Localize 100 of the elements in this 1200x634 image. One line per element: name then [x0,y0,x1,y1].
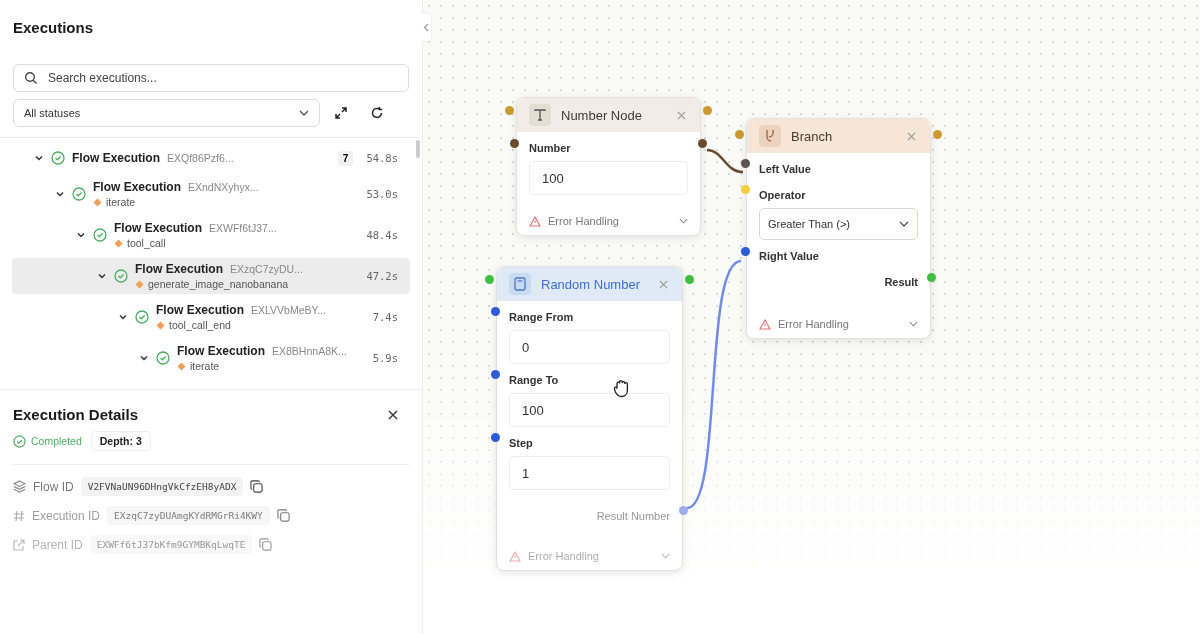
port-dot[interactable] [741,247,750,256]
field-label: Operator [759,189,806,201]
port-dot[interactable] [679,506,688,515]
field-label: Execution ID [32,508,101,523]
calculator-icon [514,277,526,291]
check-circle-icon [72,187,86,201]
execution-title: Flow Execution [135,262,223,276]
port-dot[interactable] [735,130,744,139]
node-tag: tool_call_end [169,319,231,331]
duration: 5.9s [372,352,398,364]
execution-row[interactable]: Flow Execution EXQf86Pzf6... 7 54.8s [12,140,410,176]
port-dot[interactable] [927,273,936,282]
port-dot[interactable] [505,106,514,115]
chevron-icon [55,189,65,199]
number-input[interactable]: 1 [509,456,670,490]
connection-line [706,148,744,174]
hand-cursor-icon [613,378,631,398]
check-circle-icon [93,228,107,242]
id-value: V2FVNaUN96DHngVkCfzEH8yADX [80,477,244,496]
port-dot[interactable] [703,106,712,115]
flow-node[interactable]: Number Node Number 100 Error Handling [516,97,701,236]
execution-row[interactable]: Flow Execution EXLVVbMeBY... tool_call_end 7.4s [12,299,410,335]
output-label: Result Number [596,510,670,522]
port-dot[interactable] [698,139,707,148]
execution-title: Flow Execution [177,344,265,358]
execution-id: EX8BHnnA8K... [272,345,347,357]
output-label: Result [884,276,918,288]
check-circle-icon [51,151,65,165]
layers-icon [13,480,26,493]
chevron-down-icon [909,321,918,327]
id-value: EXWFf6tJ37bKfm9GYMBKqLwqTE [89,535,253,554]
field-label: Left Value [759,163,811,175]
duration: 47.2s [366,270,398,282]
node-tag: tool_call [127,237,166,249]
error-handling-toggle[interactable]: Error Handling [759,312,918,330]
port-dot[interactable] [491,370,500,379]
copy-icon[interactable] [250,480,264,493]
search-field[interactable]: Search executions... [13,64,409,92]
refresh-icon [370,106,384,120]
copy-icon[interactable] [276,509,290,522]
check-circle-icon [114,269,128,283]
node-title: Number Node [561,107,643,123]
port-dot[interactable] [685,275,694,284]
field-label: Parent ID [32,537,83,552]
execution-row[interactable]: Flow Execution EXzqC7zyDU... generate_image_nanobanana 47.2s [12,258,410,294]
diamond-icon [156,320,165,330]
execution-title: Flow Execution [93,180,181,194]
flow-node[interactable]: Branch Left Value Operator Greater Than (>) Right Value Result Error Handling [746,118,931,339]
operator-dropdown[interactable]: Greater Than (>) [759,208,918,240]
details-title: Execution Details [13,406,139,423]
chevron-down-icon [679,218,688,224]
execution-title: Flow Execution [72,151,160,165]
execution-id: EXLVVbMeBY... [251,304,326,316]
diamond-icon [177,361,186,371]
field-label: Number [529,142,571,154]
search-input[interactable]: Search executions... [46,70,398,86]
expand-icon [334,106,348,120]
close-icon[interactable] [388,409,398,420]
port-dot[interactable] [741,185,750,194]
number-input[interactable]: 0 [509,330,670,364]
status-dropdown[interactable]: All statuses [13,99,320,127]
field-label: Right Value [759,250,819,262]
port-dot[interactable] [491,307,500,316]
chevron-down-icon [899,221,909,227]
port-dot[interactable] [933,130,942,139]
duration: 48.4s [366,229,398,241]
hash-icon [13,509,25,522]
external-link-icon [13,538,25,551]
chevron-down-icon [661,553,670,559]
scrollbar[interactable] [416,140,420,158]
depth-badge: Depth: 3 [90,431,151,451]
status-label: Completed [31,435,82,447]
node-tag: iterate [190,360,220,372]
chevron-down-icon [299,110,309,116]
chevron-icon [97,271,107,281]
port-dot[interactable] [510,139,519,148]
branch-icon [763,129,777,143]
execution-row[interactable]: Flow Execution EX8BHnnA8K... iterate 5.9s [12,340,410,376]
execution-id: EXzqC7zyDU... [230,263,303,275]
execution-row[interactable]: Flow Execution EXndNXyhyx... iterate 53.0s [12,176,410,212]
duration: 54.8s [366,152,398,164]
chevron-icon [139,353,149,363]
panel-title: Executions [13,19,94,36]
execution-id: EXQf86Pzf6... [167,152,234,164]
diamond-icon [93,197,102,207]
node-tag: iterate [106,196,136,208]
execution-row[interactable]: Flow Execution EXWFf6tJ37... tool_call 48.4s [12,217,410,253]
execution-id: EXndNXyhyx... [188,181,259,193]
field-label: Step [509,437,533,449]
port-dot[interactable] [485,275,494,284]
error-handling-toggle[interactable]: Error Handling [529,209,688,227]
diamond-icon [114,238,123,248]
chevron-icon [34,153,44,163]
chevron-icon [76,230,86,240]
number-input[interactable]: 100 [529,161,688,195]
duration: 7.4s [372,311,398,323]
flow-node[interactable]: Random Number Range From 0 Range To 100 Step 1 Result Number Error Handling [496,266,683,571]
port-dot[interactable] [741,159,750,168]
port-dot[interactable] [491,433,500,442]
chevron-left-icon [423,22,429,32]
